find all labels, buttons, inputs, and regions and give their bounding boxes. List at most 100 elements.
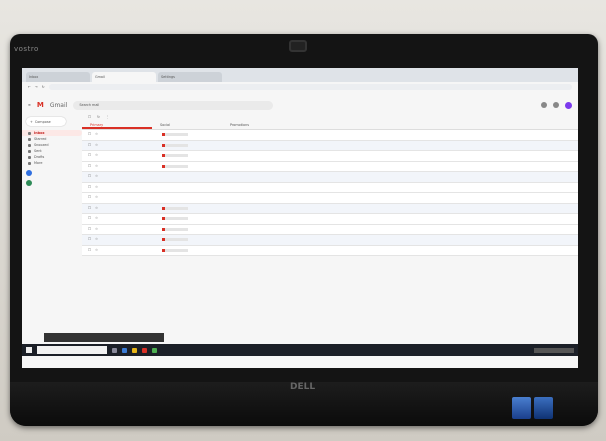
select-checkbox[interactable]: ☐ bbox=[88, 115, 91, 119]
star-icon[interactable]: ☆ bbox=[95, 185, 98, 189]
contact-item[interactable] bbox=[22, 180, 82, 186]
browser-tab[interactable]: Inbox bbox=[26, 72, 90, 82]
email-snippet bbox=[162, 143, 552, 148]
row-checkbox[interactable]: ☐ bbox=[88, 227, 91, 231]
table-row[interactable]: ☐ ☆ bbox=[82, 172, 578, 183]
stickers bbox=[512, 397, 553, 419]
star-icon bbox=[28, 137, 31, 141]
dell-logo: DELL bbox=[290, 382, 316, 392]
attachment-chip[interactable] bbox=[162, 206, 189, 210]
attachment-chip[interactable] bbox=[162, 217, 189, 220]
table-row[interactable]: ☐ ☆ bbox=[82, 151, 578, 162]
table-row[interactable]: ☐ ☆ bbox=[82, 224, 578, 235]
app-icon[interactable] bbox=[152, 347, 157, 353]
star-icon[interactable]: ☆ bbox=[95, 153, 98, 157]
row-checkbox[interactable]: ☐ bbox=[88, 153, 91, 157]
row-checkbox[interactable]: ☐ bbox=[88, 164, 91, 168]
star-icon[interactable]: ☆ bbox=[95, 248, 98, 252]
star-icon[interactable]: ☆ bbox=[95, 195, 98, 199]
menu-icon[interactable]: ≡ bbox=[28, 103, 31, 107]
star-icon[interactable]: ☆ bbox=[95, 174, 98, 178]
star-icon[interactable]: ☆ bbox=[95, 164, 98, 168]
attachment-chip[interactable] bbox=[162, 143, 189, 147]
task-view-icon[interactable] bbox=[112, 347, 117, 353]
browser-tab[interactable]: Gmail bbox=[92, 72, 156, 82]
browser-tab[interactable]: Settings bbox=[158, 72, 222, 82]
table-row[interactable]: ☐ ☆ bbox=[82, 182, 578, 193]
forward-icon[interactable]: → bbox=[35, 85, 38, 89]
row-checkbox[interactable]: ☐ bbox=[88, 216, 91, 220]
chrome-icon[interactable] bbox=[142, 347, 147, 353]
email-list: ☐ ↻ ⋮ Primary Social Promotions ☐ ☆ ☐ ☆ ☐ ☆ ☐ ☆… bbox=[82, 113, 578, 368]
gmail-header: ≡ M Gmail Search mail bbox=[22, 97, 578, 113]
attachment-chip[interactable] bbox=[162, 154, 189, 157]
avatar[interactable] bbox=[565, 101, 572, 109]
contact-item[interactable] bbox=[22, 170, 82, 176]
back-icon[interactable]: ← bbox=[28, 85, 31, 89]
email-snippet bbox=[162, 237, 552, 242]
email-snippet bbox=[162, 216, 552, 221]
email-snippet bbox=[162, 248, 552, 253]
table-row[interactable]: ☐ ☆ bbox=[82, 161, 578, 172]
refresh-icon[interactable]: ↻ bbox=[97, 115, 100, 119]
more-icon[interactable]: ⋮ bbox=[106, 115, 109, 119]
compose-button[interactable]: + Compose bbox=[26, 117, 66, 126]
row-checkbox[interactable]: ☐ bbox=[88, 237, 91, 241]
tab-promotions[interactable]: Promotions bbox=[222, 121, 292, 129]
reload-icon[interactable]: ↻ bbox=[42, 85, 45, 89]
table-row[interactable]: ☐ ☆ bbox=[82, 203, 578, 214]
table-row[interactable]: ☐ ☆ bbox=[82, 130, 578, 141]
screen: Inbox Gmail Settings ← → ↻ ≡ M Gmail Sea… bbox=[22, 68, 578, 368]
header-icons bbox=[541, 101, 572, 109]
attachment-chip[interactable] bbox=[162, 248, 189, 252]
sidebar: + Compose Inbox Starred Snoozed Sent Dra… bbox=[22, 113, 82, 368]
star-icon[interactable]: ☆ bbox=[95, 216, 98, 220]
attachment-chip[interactable] bbox=[162, 133, 189, 136]
row-checkbox[interactable]: ☐ bbox=[88, 206, 91, 210]
star-icon[interactable]: ☆ bbox=[95, 227, 98, 231]
row-checkbox[interactable]: ☐ bbox=[88, 248, 91, 252]
contact-avatar bbox=[26, 180, 32, 186]
row-checkbox[interactable]: ☐ bbox=[88, 132, 91, 136]
gmail-main: + Compose Inbox Starred Snoozed Sent Dra… bbox=[22, 113, 578, 368]
windows-start-icon[interactable] bbox=[26, 347, 32, 353]
edge-icon[interactable] bbox=[122, 347, 127, 353]
plus-icon: + bbox=[30, 119, 33, 124]
settings-icon[interactable] bbox=[553, 102, 559, 108]
tab-primary[interactable]: Primary bbox=[82, 121, 152, 129]
contact-avatar bbox=[26, 170, 32, 176]
file-explorer-icon[interactable] bbox=[132, 347, 137, 353]
row-checkbox[interactable]: ☐ bbox=[88, 174, 91, 178]
star-icon[interactable]: ☆ bbox=[95, 206, 98, 210]
star-icon[interactable]: ☆ bbox=[95, 237, 98, 241]
row-checkbox[interactable]: ☐ bbox=[88, 195, 91, 199]
apps-icon[interactable] bbox=[541, 102, 547, 108]
attachment-chip[interactable] bbox=[162, 238, 189, 241]
inbox-icon bbox=[28, 131, 31, 135]
attachment-chip[interactable] bbox=[162, 164, 189, 168]
tab-social[interactable]: Social bbox=[152, 121, 222, 129]
star-icon[interactable]: ☆ bbox=[95, 143, 98, 147]
windows-sticker-icon bbox=[512, 397, 531, 419]
monitor-brand: vostro bbox=[14, 45, 39, 53]
table-row[interactable]: ☐ ☆ bbox=[82, 245, 578, 256]
table-row[interactable]: ☐ ☆ bbox=[82, 193, 578, 204]
table-row[interactable]: ☐ ☆ bbox=[82, 214, 578, 225]
star-icon[interactable]: ☆ bbox=[95, 132, 98, 136]
intel-sticker-icon bbox=[534, 397, 553, 419]
url-field[interactable] bbox=[48, 83, 572, 90]
row-checkbox[interactable]: ☐ bbox=[88, 143, 91, 147]
clock-icon bbox=[28, 143, 31, 147]
draft-icon bbox=[28, 155, 31, 159]
gmail-app-name: Gmail bbox=[49, 101, 68, 109]
attachment-chip[interactable] bbox=[162, 227, 189, 231]
sidebar-item-more[interactable]: More bbox=[22, 160, 82, 166]
send-icon bbox=[28, 149, 31, 153]
table-row[interactable]: ☐ ☆ bbox=[82, 140, 578, 151]
browser-tab-strip: Inbox Gmail Settings bbox=[22, 68, 578, 82]
search-input[interactable]: Search mail bbox=[73, 100, 274, 110]
list-toolbar: ☐ ↻ ⋮ bbox=[82, 113, 578, 121]
taskbar-search[interactable] bbox=[37, 346, 107, 354]
table-row[interactable]: ☐ ☆ bbox=[82, 235, 578, 246]
row-checkbox[interactable]: ☐ bbox=[88, 185, 91, 189]
